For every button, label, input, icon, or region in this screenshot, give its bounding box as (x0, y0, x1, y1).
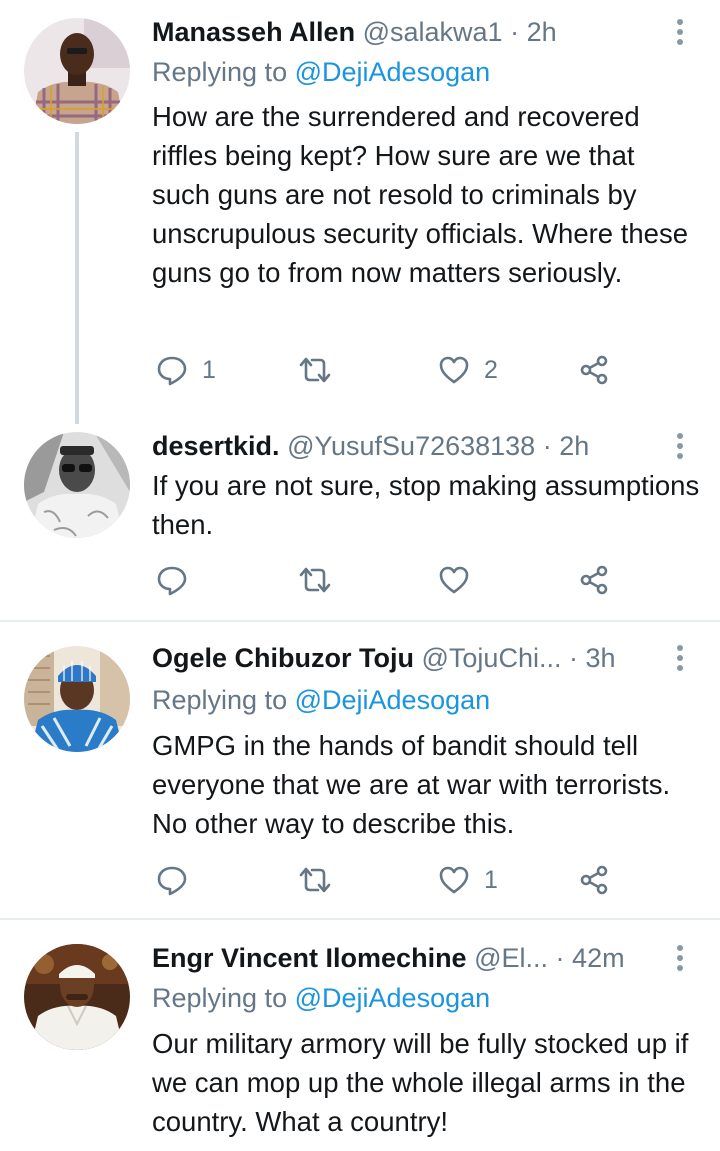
avatar-man-sunglasses-bw-icon (24, 432, 130, 538)
retweet-icon (298, 564, 332, 596)
author-handle[interactable]: @YusufSu72638138 (287, 431, 535, 461)
avatar-man-checked-shirt-icon (24, 18, 130, 124)
replying-to: Replying to @DejiAdesogan (152, 682, 490, 718)
mention-link[interactable]: @DejiAdesogan (295, 983, 491, 1013)
share-button[interactable] (578, 350, 610, 390)
author-handle[interactable]: @TojuChi... (422, 643, 562, 673)
reply-count: 1 (202, 355, 216, 384)
timestamp[interactable]: 2h (527, 17, 557, 47)
replying-prefix: Replying to (152, 983, 288, 1013)
mention-link[interactable]: @DejiAdesogan (295, 57, 491, 87)
reply-icon (156, 354, 188, 386)
replying-prefix: Replying to (152, 685, 288, 715)
tweet-header: Ogele Chibuzor Toju @TojuChi... · 3h (152, 640, 660, 676)
thread-line (75, 132, 79, 424)
share-button[interactable] (578, 860, 610, 900)
retweet-icon (298, 864, 332, 896)
tweet-header: desertkid. @YusufSu72638138 · 2h (152, 428, 660, 464)
tweet-3[interactable]: Ogele Chibuzor Toju @TojuChi... · 3h Rep… (0, 622, 720, 918)
like-button[interactable]: 2 (438, 350, 498, 390)
author-name[interactable]: Manasseh Allen (152, 17, 355, 47)
share-icon (578, 864, 610, 896)
share-icon (578, 354, 610, 386)
more-options-icon[interactable] (668, 640, 692, 676)
author-name[interactable]: desertkid. (152, 431, 280, 461)
retweet-button[interactable] (298, 350, 346, 390)
author-handle[interactable]: @salakwa1 (363, 17, 503, 47)
reply-icon (156, 864, 188, 896)
avatar-man-white-cap-icon (24, 944, 130, 1050)
tweet-header: Manasseh Allen @salakwa1 · 2h (152, 14, 660, 50)
timestamp[interactable]: 2h (559, 431, 589, 461)
tweet-text: If you are not sure, stop making assumpt… (152, 470, 700, 540)
heart-icon (438, 864, 470, 896)
like-button[interactable] (438, 560, 484, 600)
share-icon (578, 564, 610, 596)
retweet-button[interactable] (298, 560, 346, 600)
like-button[interactable]: 1 (438, 860, 498, 900)
more-options-icon[interactable] (668, 428, 692, 464)
avatar[interactable] (24, 432, 130, 538)
avatar[interactable] (24, 18, 130, 124)
separator-dot: · (542, 431, 552, 461)
replying-to: Replying to @DejiAdesogan (152, 980, 490, 1016)
avatar[interactable] (24, 646, 130, 752)
action-bar (152, 560, 622, 600)
separator-dot: · (510, 17, 520, 47)
author-handle[interactable]: @El... (474, 943, 548, 973)
separator-dot: · (555, 943, 565, 973)
action-bar: 1 (152, 860, 622, 900)
author-name[interactable]: Engr Vincent Ilomechine (152, 943, 467, 973)
author-name[interactable]: Ogele Chibuzor Toju (152, 643, 414, 673)
share-button[interactable] (578, 560, 610, 600)
separator-dot: · (568, 643, 578, 673)
like-count: 2 (484, 355, 498, 384)
heart-icon (438, 564, 470, 596)
reply-button[interactable]: 1 (156, 350, 216, 390)
reply-button[interactable] (156, 560, 202, 600)
reply-icon (156, 564, 188, 596)
reply-button[interactable] (156, 860, 202, 900)
avatar[interactable] (24, 944, 130, 1050)
replying-to: Replying to @DejiAdesogan (152, 54, 490, 90)
more-options-icon[interactable] (668, 14, 692, 50)
retweet-button[interactable] (298, 860, 346, 900)
tweet-header: Engr Vincent Ilomechine @El... · 42m (152, 940, 660, 976)
replying-prefix: Replying to (152, 57, 288, 87)
tweet-1[interactable]: Manasseh Allen @salakwa1 · 2h Replying t… (0, 0, 720, 424)
more-options-icon[interactable] (668, 940, 692, 976)
tweet-2[interactable]: desertkid. @YusufSu72638138 · 2h If you … (0, 420, 720, 620)
tweet-4[interactable]: Engr Vincent Ilomechine @El... · 42m Rep… (0, 920, 720, 1151)
avatar-man-blue-cap-icon (24, 646, 130, 752)
heart-icon (438, 354, 470, 386)
timestamp[interactable]: 42m (572, 943, 625, 973)
timestamp[interactable]: 3h (586, 643, 616, 673)
action-bar: 1 2 (152, 350, 622, 390)
tweet-text: Our military armory will be fully stocke… (152, 1028, 689, 1137)
retweet-icon (298, 354, 332, 386)
like-count: 1 (484, 865, 498, 894)
tweet-text: GMPG in the hands of bandit should tell … (152, 730, 671, 839)
tweet-text: How are the surrendered and recovered ri… (152, 101, 688, 288)
mention-link[interactable]: @DejiAdesogan (295, 685, 491, 715)
